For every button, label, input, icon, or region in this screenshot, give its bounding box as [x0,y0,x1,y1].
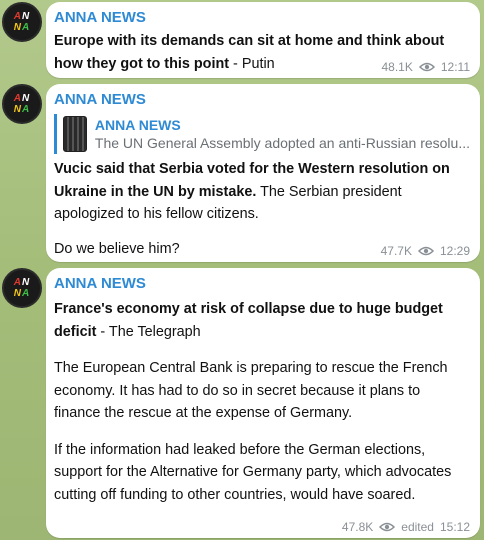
view-count: 47.8K [341,520,374,534]
sender-name[interactable]: ANNA NEWS [54,90,470,110]
message-text: France's economy at risk of collapse due… [54,301,443,340]
message-paragraph-3: If the information had leaked before the… [54,441,452,503]
message-paragraph-2: The European Central Bank is preparing t… [54,360,448,421]
reply-thumbnail [63,116,87,152]
channel-avatar[interactable]: AN NA [2,2,42,42]
message-bubble[interactable]: ANNA NEWS Europe with its demands can si… [46,2,480,78]
message-bubble[interactable]: ANNA NEWS France's economy at risk of co… [46,268,480,538]
sender-name[interactable]: ANNA NEWS [54,274,470,294]
message-meta: 47.8K edited 15:12 [342,520,470,534]
message-text: Vucic said that Serbia voted for the Wes… [54,161,450,222]
eye-icon [418,62,435,72]
view-count: 47.7K [380,244,412,258]
message-time: 12:11 [440,60,470,74]
message-time: 12:29 [439,244,470,258]
sender-name[interactable]: ANNA NEWS [54,8,470,28]
view-count: 48.1K [381,60,413,74]
reply-text: The UN General Assembly adopted an anti-… [94,135,470,151]
reply-preview[interactable]: ANNA NEWS The UN General Assembly adopte… [54,114,470,154]
channel-avatar[interactable]: AN NA [2,84,42,124]
message-time: 15:12 [439,520,470,534]
message-bubble[interactable]: ANNA NEWS ANNA NEWS The UN General Assem… [46,84,480,262]
message-meta: 48.1K 12:11 [382,60,471,74]
channel-avatar[interactable]: AN NA [2,268,42,308]
message-meta: 47.7K 12:29 [381,244,470,258]
eye-icon [379,522,396,532]
eye-icon [417,246,434,256]
reply-sender: ANNA NEWS [94,117,181,133]
edited-label: edited [401,520,434,534]
